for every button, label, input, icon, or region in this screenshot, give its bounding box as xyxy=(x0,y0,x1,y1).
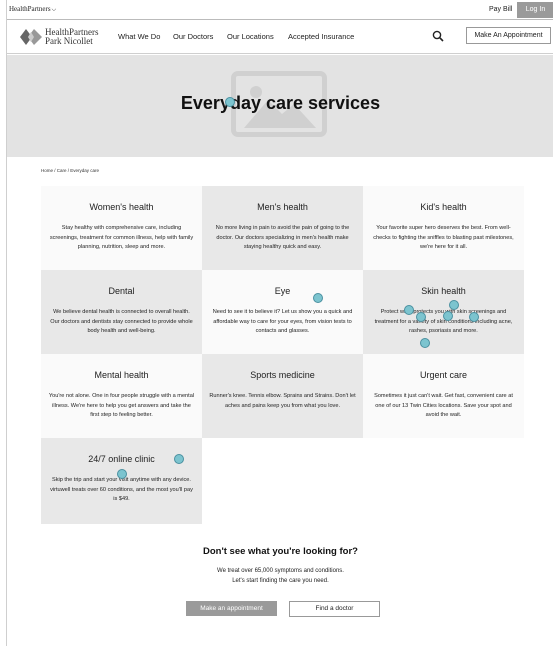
hero-banner: Everyday care services xyxy=(7,55,553,157)
card-mental-health[interactable]: Mental health You're not alone. One in f… xyxy=(41,354,202,438)
card-title: Skin health xyxy=(421,286,466,296)
search-icon[interactable] xyxy=(432,30,444,42)
pay-bill-link[interactable]: Pay Bill xyxy=(485,4,516,15)
card-title: Urgent care xyxy=(419,370,468,380)
card-womens-health[interactable]: Women's health Stay healthy with compreh… xyxy=(41,186,202,270)
brand-switcher[interactable]: HealthPartners⌵ xyxy=(9,5,56,14)
card-text: Skip the trip and start your visit anyti… xyxy=(50,477,193,502)
brand-switcher-label: HealthPartners xyxy=(9,5,51,13)
marker-dot xyxy=(117,469,127,479)
chevron-down-icon: ⌵ xyxy=(51,7,57,13)
card-text: Need to see it to believe it? Let us sho… xyxy=(212,309,353,334)
cta-heading: Don't see what you're looking for? xyxy=(203,546,358,557)
card-text: Sometimes it just can't wait. Get fast, … xyxy=(374,393,513,418)
card-text: Stay healthy with comprehensive care, in… xyxy=(49,225,194,250)
make-an-appointment-button[interactable]: Make an appointment xyxy=(186,601,277,616)
marker-dot xyxy=(416,312,426,322)
card-title: Men's health xyxy=(257,202,308,212)
main-nav: HealthPartners Park Nicollet What We Do … xyxy=(7,20,553,54)
card-title: Women's health xyxy=(89,202,154,212)
nav-our-doctors[interactable]: Our Doctors xyxy=(173,32,213,41)
nav-what-we-do[interactable]: What We Do xyxy=(118,32,160,41)
marker-dot xyxy=(449,300,459,310)
cta-line-1: We treat over 65,000 symptoms and condit… xyxy=(217,568,344,574)
card-text: No more living in pain to avoid the pain… xyxy=(215,225,350,250)
cta-line-2: Let's start finding the care you need. xyxy=(232,578,329,584)
make-appointment-button[interactable]: Make An Appointment xyxy=(466,27,551,44)
marker-dot xyxy=(225,97,235,107)
card-text: Runner's knee. Tennis elbow. Sprains and… xyxy=(209,393,356,409)
logo-diamond-icon xyxy=(20,29,42,45)
card-urgent-care[interactable]: Urgent care Sometimes it just can't wait… xyxy=(363,354,524,438)
card-title: Mental health xyxy=(94,370,149,380)
card-kids-health[interactable]: Kid's health Your favorite super hero de… xyxy=(363,186,524,270)
marker-dot xyxy=(174,454,184,464)
card-eye[interactable]: Eye Need to see it to believe it? Let us… xyxy=(202,270,363,354)
card-sports-medicine[interactable]: Sports medicine Runner's knee. Tennis el… xyxy=(202,354,363,438)
card-online-clinic[interactable]: 24/7 online clinic Skip the trip and sta… xyxy=(41,438,202,524)
marker-dot xyxy=(420,338,430,348)
log-in-button[interactable]: Log In xyxy=(517,2,553,18)
breadcrumb[interactable]: Home / Care / Everyday care xyxy=(41,168,99,173)
find-a-doctor-button[interactable]: Find a doctor xyxy=(289,601,380,617)
card-mens-health[interactable]: Men's health No more living in pain to a… xyxy=(202,186,363,270)
card-title: Sports medicine xyxy=(250,370,315,380)
page: HealthPartners⌵ Pay Bill Log In HealthPa… xyxy=(6,0,553,646)
logo-text: HealthPartners Park Nicollet xyxy=(45,28,98,46)
card-title: Dental xyxy=(108,286,135,296)
card-text: Your favorite super hero deserves the be… xyxy=(373,225,514,250)
card-text: You're not alone. One in four people str… xyxy=(48,393,195,418)
card-dental[interactable]: Dental We believe dental health is conne… xyxy=(41,270,202,354)
nav-our-locations[interactable]: Our Locations xyxy=(227,32,274,41)
marker-dot xyxy=(313,293,323,303)
logo-line-2: Park Nicollet xyxy=(45,36,93,46)
marker-dot xyxy=(404,305,414,315)
card-title: Kid's health xyxy=(420,202,467,212)
cta-text: We treat over 65,000 symptoms and condit… xyxy=(7,566,553,586)
utility-bar: HealthPartners⌵ Pay Bill Log In xyxy=(7,0,553,20)
card-title: Eye xyxy=(274,286,291,296)
logo[interactable]: HealthPartners Park Nicollet xyxy=(20,27,110,49)
page-title: Everyday care services xyxy=(180,93,381,113)
nav-accepted-insurance[interactable]: Accepted Insurance xyxy=(288,32,354,41)
marker-dot xyxy=(469,312,479,322)
card-text: We believe dental health is connected to… xyxy=(50,309,193,334)
marker-dot xyxy=(443,311,453,321)
